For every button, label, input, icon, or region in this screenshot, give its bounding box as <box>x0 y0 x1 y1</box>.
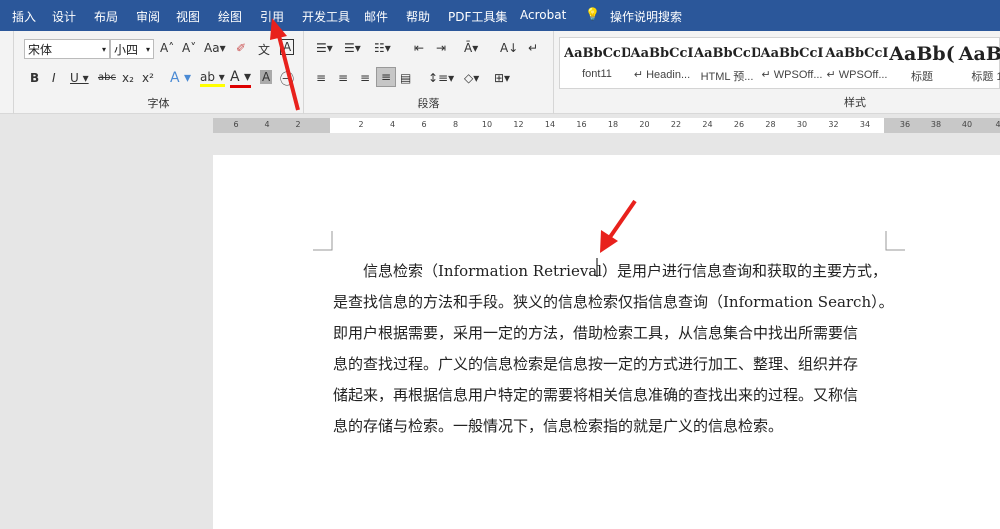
annotation-arrows <box>270 18 637 277</box>
arrow-to-reference-tab <box>270 18 300 111</box>
arrow-to-cursor <box>600 199 637 253</box>
